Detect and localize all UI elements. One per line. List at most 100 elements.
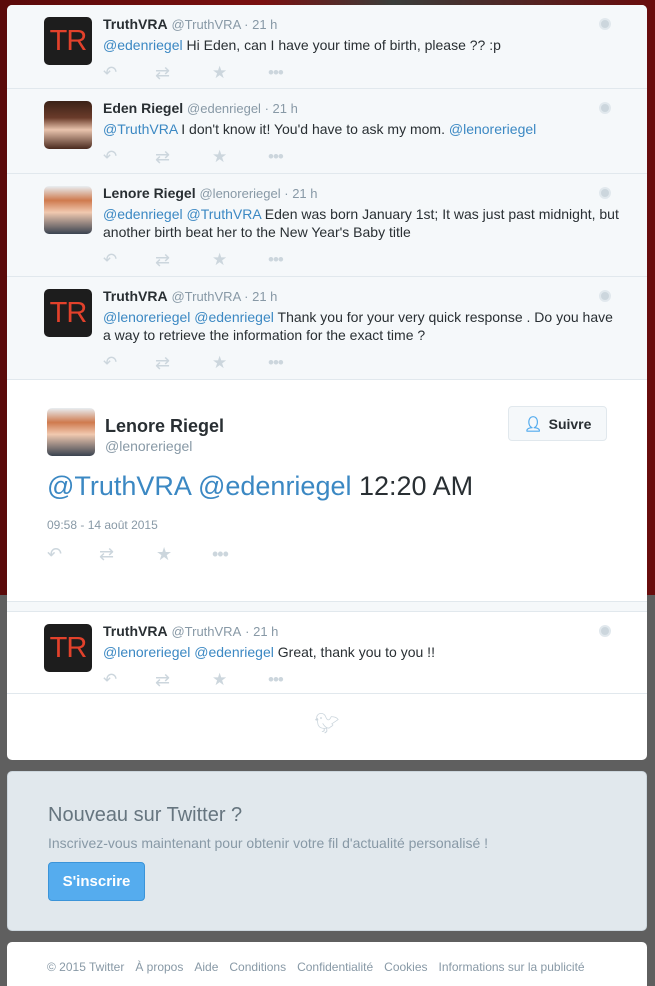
mention-link[interactable]: @edenriegel bbox=[194, 644, 274, 660]
retweet-icon[interactable]: ⇄ bbox=[155, 353, 212, 374]
avatar[interactable] bbox=[47, 408, 95, 456]
conversation-tweet[interactable]: TR TruthVRA @TruthVRA · 21 h @edenriegel H… bbox=[7, 5, 647, 89]
tweet-body: Great, thank you to you !! bbox=[277, 644, 435, 660]
mention-link[interactable]: @TruthVRA bbox=[187, 206, 261, 222]
mention-link[interactable]: @TruthVRA bbox=[47, 471, 190, 501]
author-name[interactable]: TruthVRA bbox=[103, 16, 168, 32]
conversation-list: TR TruthVRA @TruthVRA · 21 h @edenriegel H… bbox=[7, 5, 647, 380]
star-icon[interactable]: ★ bbox=[156, 544, 212, 565]
footer-links: © 2015 Twitter À propos Aide Conditions Conf… bbox=[47, 960, 585, 974]
more-icon[interactable]: ••• bbox=[268, 250, 323, 270]
tweet-timestamp[interactable]: 09:58 - 14 août 2015 bbox=[47, 518, 158, 532]
reply-icon[interactable]: ↶ bbox=[103, 353, 155, 373]
more-icon[interactable]: ••• bbox=[268, 147, 323, 167]
conversation-tweet[interactable]: Lenore Riegel @lenoreriegel · 21 h @edenr… bbox=[7, 174, 647, 277]
star-icon[interactable]: ★ bbox=[212, 353, 268, 373]
tweet-actions: ↶ ⇄ ★ ••• bbox=[103, 60, 623, 86]
conversation-card: TR TruthVRA @TruthVRA · 21 h @edenriegel H… bbox=[7, 5, 647, 760]
tweet-actions: ↶ ⇄ ★ ••• bbox=[103, 247, 623, 273]
mention-link[interactable]: @edenriegel bbox=[198, 471, 352, 501]
tweet-actions: ↶ ⇄ ★ ••• bbox=[103, 144, 623, 170]
follow-label: Suivre bbox=[548, 415, 592, 432]
author-name[interactable]: TruthVRA bbox=[103, 288, 168, 304]
mention-link[interactable]: @edenriegel bbox=[103, 37, 183, 53]
reply-tweet[interactable]: TR TruthVRA @TruthVRA · 21 h @lenorerieg… bbox=[7, 612, 647, 694]
conversation-tweet[interactable]: Eden Riegel @edenriegel · 21 h @TruthVRA … bbox=[7, 89, 647, 174]
retweet-icon[interactable]: ⇄ bbox=[155, 63, 212, 84]
globe-icon bbox=[599, 102, 611, 114]
footer-link[interactable]: Cookies bbox=[384, 960, 427, 974]
more-icon[interactable]: ••• bbox=[212, 544, 267, 565]
mention-link[interactable]: @edenriegel bbox=[194, 309, 274, 325]
author-name[interactable]: Lenore Riegel bbox=[103, 185, 196, 201]
tweet-actions: ↶ ⇄ ★ ••• bbox=[47, 544, 267, 565]
retweet-icon[interactable]: ⇄ bbox=[155, 250, 212, 271]
signup-module: Nouveau sur Twitter ? Inscrivez-vous mai… bbox=[7, 771, 647, 931]
retweet-icon[interactable]: ⇄ bbox=[99, 544, 156, 565]
tweet-time[interactable]: 21 h bbox=[292, 186, 317, 201]
globe-icon bbox=[599, 187, 611, 199]
avatar[interactable]: TR bbox=[44, 624, 92, 672]
tweet-time[interactable]: 21 h bbox=[273, 101, 298, 116]
add-user-icon: 👤︎ bbox=[523, 415, 543, 433]
author-handle[interactable]: @lenoreriegel bbox=[105, 438, 192, 454]
avatar[interactable]: TR bbox=[44, 17, 92, 65]
footer-link[interactable]: Confidentialité bbox=[297, 960, 373, 974]
mention-link[interactable]: @lenoreriegel bbox=[103, 644, 190, 660]
separator: · bbox=[245, 624, 254, 639]
twitter-bird-icon: 🐦︎ bbox=[7, 694, 647, 752]
tweet-text: @lenoreriegel @edenriegel Thank you for … bbox=[103, 306, 623, 344]
globe-icon bbox=[599, 18, 611, 30]
tweet-text: @TruthVRA I don't know it! You'd have to… bbox=[103, 118, 623, 138]
author-handle[interactable]: @TruthVRA bbox=[171, 289, 240, 304]
footer-link[interactable]: Conditions bbox=[229, 960, 286, 974]
mention-link[interactable]: @lenoreriegel bbox=[103, 309, 190, 325]
tweet-actions: ↶ ⇄ ★ ••• bbox=[103, 350, 623, 376]
tweet-time[interactable]: 21 h bbox=[252, 289, 277, 304]
author-name[interactable]: Lenore Riegel bbox=[105, 416, 224, 437]
star-icon[interactable]: ★ bbox=[212, 63, 268, 83]
avatar[interactable] bbox=[44, 101, 92, 149]
tweet-text: @lenoreriegel @edenriegel Great, thank y… bbox=[103, 641, 623, 661]
retweet-icon[interactable]: ⇄ bbox=[155, 147, 212, 168]
reply-icon[interactable]: ↶ bbox=[47, 544, 99, 565]
footer-link[interactable]: Aide bbox=[194, 960, 218, 974]
tweet-time[interactable]: 21 h bbox=[253, 624, 278, 639]
signup-button[interactable]: S'inscrire bbox=[48, 862, 145, 901]
mention-link[interactable]: @lenoreriegel bbox=[449, 121, 536, 137]
footer-link[interactable]: Informations sur la publicité bbox=[439, 960, 585, 974]
mention-link[interactable]: @edenriegel bbox=[103, 206, 183, 222]
star-icon[interactable]: ★ bbox=[212, 147, 268, 167]
mention-link[interactable]: @TruthVRA bbox=[103, 121, 177, 137]
reply-icon[interactable]: ↶ bbox=[103, 147, 155, 167]
more-icon[interactable]: ••• bbox=[268, 670, 323, 690]
avatar[interactable]: TR bbox=[44, 289, 92, 337]
author-handle[interactable]: @edenriegel bbox=[187, 101, 261, 116]
star-icon[interactable]: ★ bbox=[212, 670, 268, 690]
tweet-time[interactable]: 21 h bbox=[252, 17, 277, 32]
tweet-text: @edenriegel Hi Eden, can I have your tim… bbox=[103, 34, 623, 54]
author-handle[interactable]: @TruthVRA bbox=[171, 17, 240, 32]
author-handle[interactable]: @lenoreriegel bbox=[199, 186, 280, 201]
divider bbox=[7, 602, 647, 612]
avatar[interactable] bbox=[44, 186, 92, 234]
separator: · bbox=[240, 17, 253, 32]
follow-button[interactable]: 👤︎ Suivre bbox=[508, 406, 607, 441]
tweet-text: @TruthVRA @edenriegel 12:20 AM bbox=[47, 470, 473, 502]
author-handle[interactable]: @TruthVRA bbox=[171, 624, 241, 639]
reply-icon[interactable]: ↶ bbox=[103, 670, 155, 690]
footer-links-card: © 2015 Twitter À propos Aide Conditions Conf… bbox=[7, 942, 647, 986]
tweet-text: @edenriegel @TruthVRA Eden was born Janu… bbox=[103, 203, 623, 241]
footer-link[interactable]: À propos bbox=[135, 960, 183, 974]
more-icon[interactable]: ••• bbox=[268, 353, 323, 373]
signup-subtitle: Inscrivez-vous maintenant pour obtenir v… bbox=[48, 835, 489, 851]
conversation-tweet[interactable]: TR TruthVRA @TruthVRA · 21 h @lenoreriegel… bbox=[7, 277, 647, 380]
more-icon[interactable]: ••• bbox=[268, 63, 323, 83]
author-name[interactable]: Eden Riegel bbox=[103, 100, 183, 116]
reply-icon[interactable]: ↶ bbox=[103, 63, 155, 83]
retweet-icon[interactable]: ⇄ bbox=[155, 670, 212, 691]
star-icon[interactable]: ★ bbox=[212, 250, 268, 270]
author-name[interactable]: TruthVRA bbox=[103, 623, 168, 639]
separator: · bbox=[280, 186, 293, 201]
reply-icon[interactable]: ↶ bbox=[103, 250, 155, 270]
